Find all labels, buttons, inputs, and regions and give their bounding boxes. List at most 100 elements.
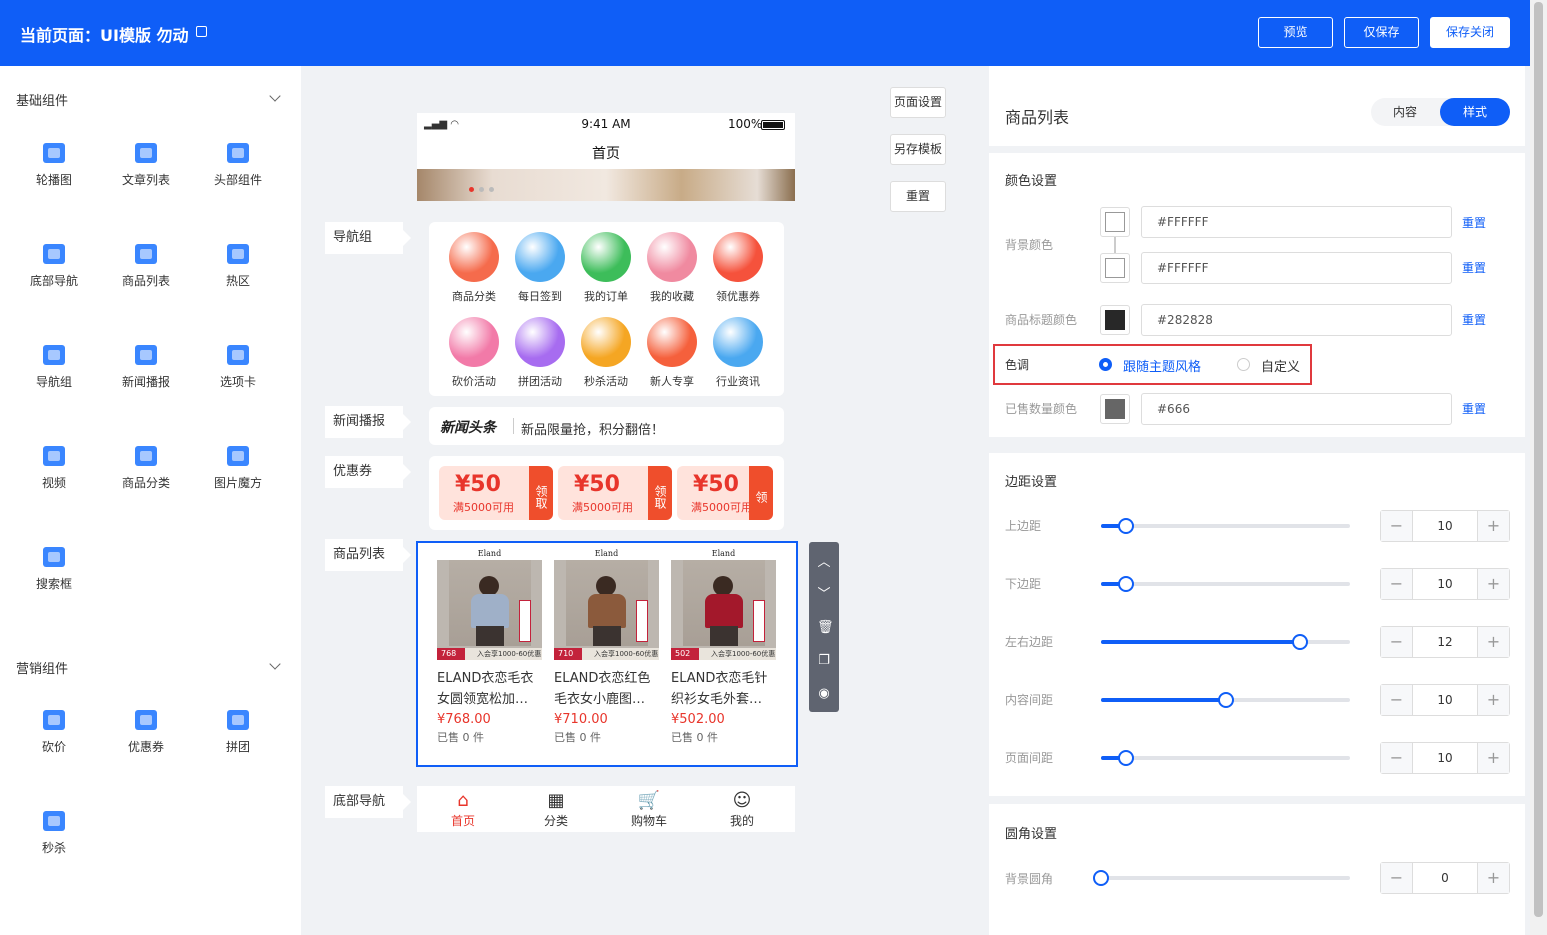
component-header[interactable]: 头部组件 — [198, 143, 278, 188]
component-video[interactable]: 视频 — [14, 446, 94, 491]
slider-knob[interactable] — [1118, 518, 1134, 534]
news-card[interactable]: 新闻头条 新品限量抢，积分翻倍！ — [429, 407, 784, 445]
plus-icon[interactable]: + — [1477, 627, 1509, 657]
nav-item[interactable]: 拼团活动 — [510, 317, 570, 389]
nav-item[interactable]: 行业资讯 — [708, 317, 768, 389]
tab-content[interactable]: 内容 — [1371, 98, 1439, 126]
tone-custom-label[interactable]: 自定义 — [1261, 356, 1300, 375]
minus-icon[interactable]: − — [1381, 685, 1413, 715]
title-color-swatch[interactable] — [1100, 305, 1130, 335]
nav-item[interactable]: 领优惠券 — [708, 232, 768, 304]
slider-knob[interactable] — [1218, 692, 1234, 708]
delete-icon[interactable]: 🗑 — [817, 621, 834, 635]
nav-item[interactable]: 我的订单 — [576, 232, 636, 304]
component-category[interactable]: 商品分类 — [106, 446, 186, 491]
component-news[interactable]: 新闻播报 — [106, 345, 186, 390]
slider-knob[interactable] — [1093, 870, 1109, 886]
tab-style[interactable]: 样式 — [1440, 98, 1510, 126]
carousel-dot[interactable] — [489, 187, 494, 192]
stepper-value[interactable]: 12 — [1413, 627, 1477, 657]
margin-stepper[interactable]: −10 + — [1380, 742, 1510, 774]
nav-item[interactable]: 商品分类 — [444, 232, 504, 304]
minus-icon[interactable]: − — [1381, 569, 1413, 599]
component-bargain[interactable]: 砍价 — [14, 710, 94, 755]
coupon-item[interactable]: ¥50 满5000可用领 — [677, 466, 773, 520]
stepper-value[interactable]: 0 — [1413, 863, 1477, 893]
bg-color-input-1[interactable]: #FFFFFF — [1141, 206, 1452, 238]
nav-item[interactable]: 砍价活动 — [444, 317, 504, 389]
minus-icon[interactable]: − — [1381, 627, 1413, 657]
reset-title-color-link[interactable]: 重置 — [1462, 311, 1486, 328]
slider-knob[interactable] — [1118, 750, 1134, 766]
nav-item[interactable]: 每日签到 — [510, 232, 570, 304]
move-up-icon[interactable]: ︿ — [817, 556, 831, 570]
slider-knob[interactable] — [1292, 634, 1308, 650]
product-card[interactable]: Eland 入会享1000-60优惠券 768 ELAND衣恋毛衣女圆领宽松加…… — [437, 548, 547, 745]
nav-item[interactable]: 秒杀活动 — [576, 317, 636, 389]
nav-item[interactable]: 我的收藏 — [642, 232, 702, 304]
reset-bg2-link[interactable]: 重置 — [1462, 259, 1486, 276]
carousel-dot[interactable] — [479, 187, 484, 192]
radius-slider[interactable] — [1093, 870, 1350, 886]
stepper-value[interactable]: 10 — [1413, 685, 1477, 715]
bottom-nav-item[interactable]: ▦ 分类 — [526, 790, 586, 829]
move-down-icon[interactable]: ﹀ — [817, 588, 831, 602]
save-template-button[interactable]: 另存模板 — [890, 134, 946, 165]
coupon-get-button[interactable]: 领取 — [648, 466, 672, 520]
component-nav-group[interactable]: 导航组 — [14, 345, 94, 390]
page-settings-button[interactable]: 页面设置 — [890, 87, 946, 118]
tag-bottom-nav[interactable]: 底部导航 — [325, 786, 411, 818]
plus-icon[interactable]: + — [1477, 743, 1509, 773]
save-only-button[interactable]: 仅保存 — [1344, 17, 1419, 48]
component-image-cube[interactable]: 图片魔方 — [198, 446, 278, 491]
edit-icon[interactable] — [196, 26, 207, 37]
plus-icon[interactable]: + — [1477, 511, 1509, 541]
margin-stepper[interactable]: −10 + — [1380, 568, 1510, 600]
coupon-item[interactable]: ¥50 满5000可用 领取 — [558, 466, 672, 520]
reset-bg1-link[interactable]: 重置 — [1462, 214, 1486, 231]
margin-slider[interactable] — [1101, 692, 1350, 708]
plus-icon[interactable]: + — [1477, 863, 1509, 893]
component-carousel[interactable]: 轮播图 — [14, 143, 94, 188]
component-hotspot[interactable]: 热区 — [198, 244, 278, 289]
bg-color-input-2[interactable]: #FFFFFF — [1141, 252, 1452, 284]
tone-follow-radio[interactable] — [1099, 358, 1112, 371]
title-color-input[interactable]: #282828 — [1141, 304, 1452, 336]
product-image[interactable]: Eland 入会享1000-60优惠券 710 — [554, 548, 659, 660]
save-close-button[interactable]: 保存关闭 — [1430, 17, 1510, 48]
tone-follow-label[interactable]: 跟随主题风格 — [1123, 356, 1201, 375]
product-image[interactable]: Eland 入会享1000-60优惠券 768 — [437, 548, 542, 660]
bottom-nav-item[interactable]: 🛒 购物车 — [619, 790, 679, 829]
margin-slider[interactable] — [1101, 634, 1350, 650]
component-product-list[interactable]: 商品列表 — [106, 244, 186, 289]
stepper-value[interactable]: 10 — [1413, 511, 1477, 541]
banner-carousel[interactable] — [417, 169, 795, 201]
component-article-list[interactable]: 文章列表 — [106, 143, 186, 188]
margin-stepper[interactable]: −10 + — [1380, 510, 1510, 542]
tag-news[interactable]: 新闻播报 — [325, 406, 411, 438]
product-card[interactable]: Eland 入会享1000-60优惠券 502 ELAND衣恋毛针织衫女毛外套…… — [671, 548, 781, 745]
tone-custom-radio[interactable] — [1237, 358, 1250, 371]
component-group-buy[interactable]: 拼团 — [198, 710, 278, 755]
sold-color-swatch[interactable] — [1100, 394, 1130, 424]
bottom-nav-item[interactable]: ☺ 我的 — [712, 790, 772, 829]
sold-color-input[interactable]: #666 — [1141, 393, 1452, 425]
margin-stepper[interactable]: −12 + — [1380, 626, 1510, 658]
product-image[interactable]: Eland 入会享1000-60优惠券 502 — [671, 548, 776, 660]
tag-coupon[interactable]: 优惠券 — [325, 456, 411, 488]
radius-stepper[interactable]: − 0 + — [1380, 862, 1510, 894]
scrollbar-thumb[interactable] — [1534, 2, 1543, 917]
component-coupon[interactable]: 优惠券 — [106, 710, 186, 755]
component-search[interactable]: 搜索框 — [14, 547, 94, 592]
product-card[interactable]: Eland 入会享1000-60优惠券 710 ELAND衣恋红色毛衣女小鹿图…… — [554, 548, 664, 745]
minus-icon[interactable]: − — [1381, 863, 1413, 893]
eye-icon[interactable]: ◉ — [817, 687, 831, 701]
preview-button[interactable]: 预览 — [1258, 17, 1333, 48]
coupon-get-button[interactable]: 领取 — [529, 466, 553, 520]
chevron-down-icon[interactable] — [269, 658, 281, 670]
margin-slider[interactable] — [1101, 576, 1350, 592]
minus-icon[interactable]: − — [1381, 743, 1413, 773]
minus-icon[interactable]: − — [1381, 511, 1413, 541]
scrollbar[interactable] — [1530, 0, 1547, 935]
reset-button[interactable]: 重置 — [890, 181, 946, 212]
